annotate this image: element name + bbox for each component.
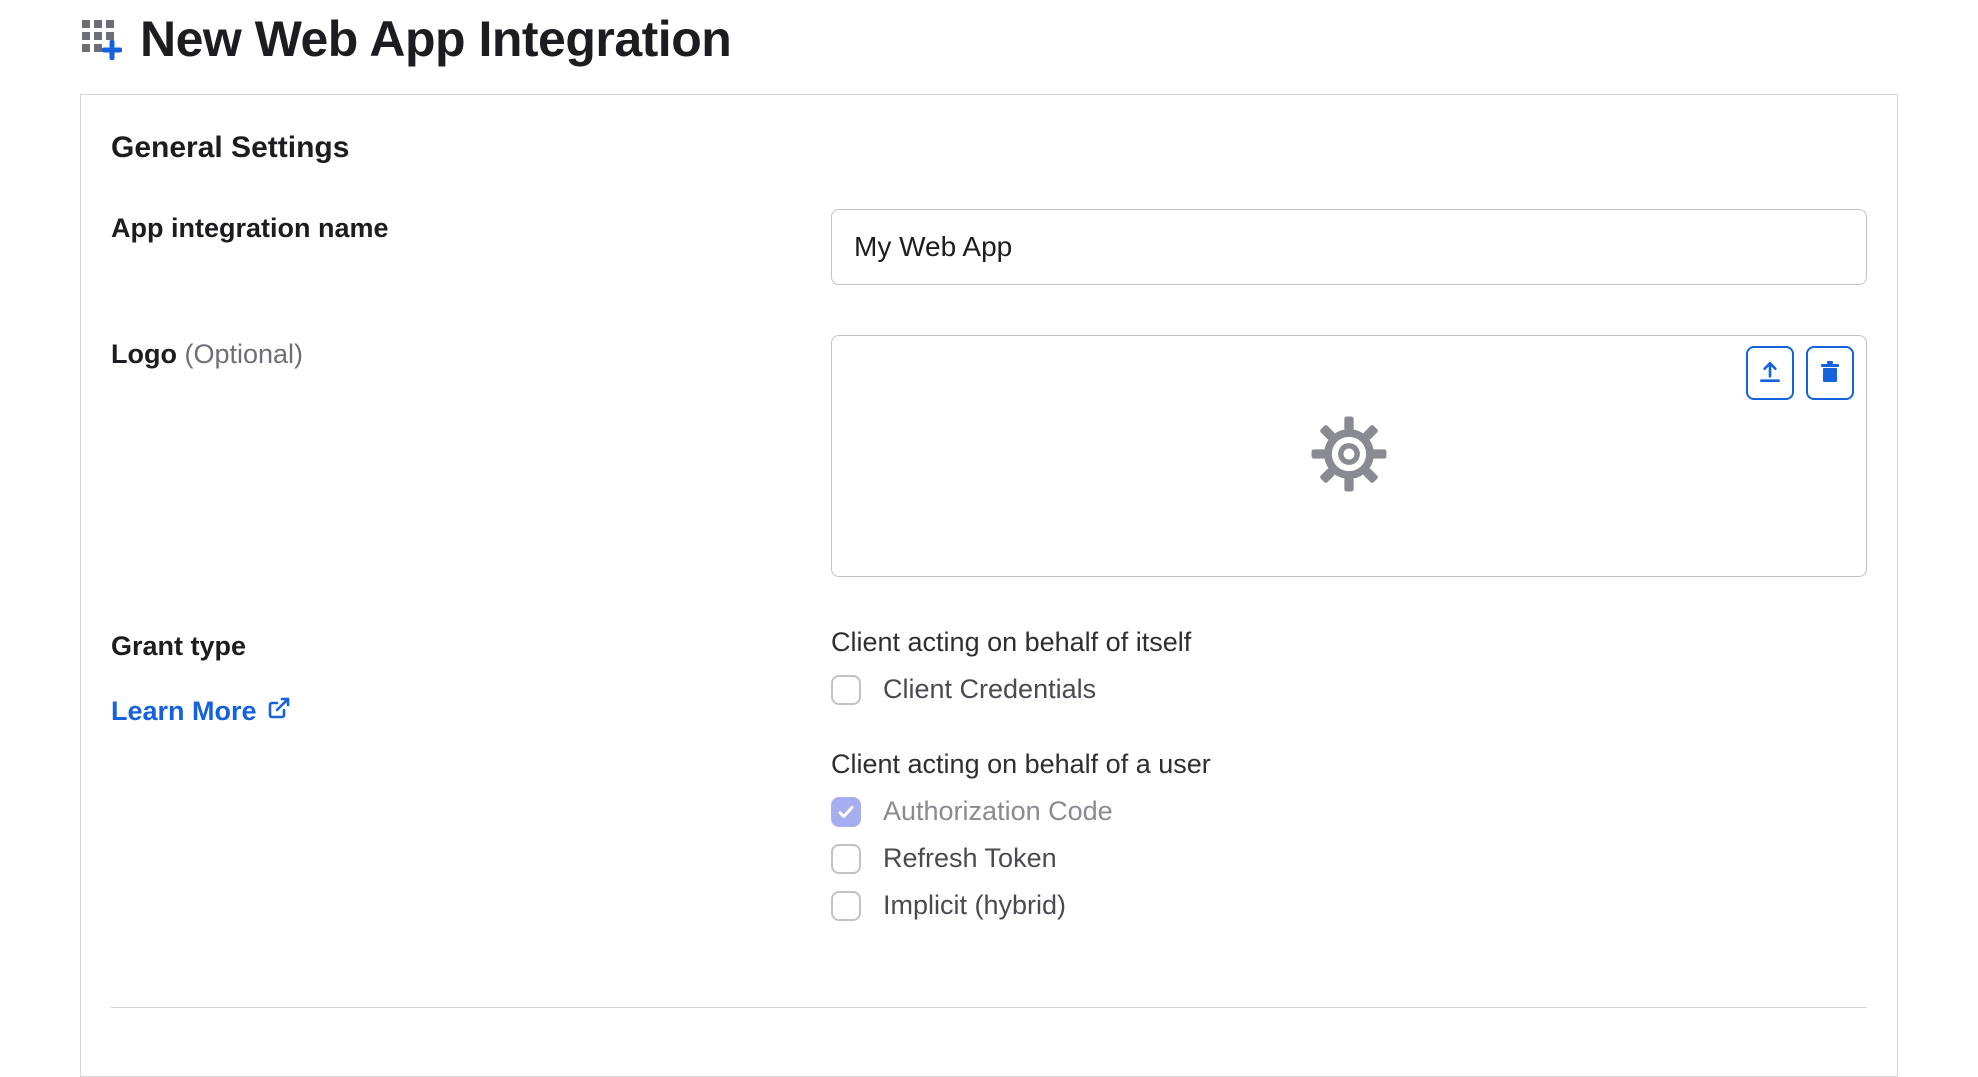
grant-type-label: Grant type	[111, 631, 831, 662]
section-title: General Settings	[111, 131, 1867, 165]
checkbox-label: Implicit (hybrid)	[883, 890, 1066, 921]
checkbox-authorization-code[interactable]: Authorization Code	[831, 796, 1867, 827]
app-name-label: App integration name	[111, 213, 389, 243]
checkbox-input[interactable]	[831, 844, 861, 874]
checkbox-label: Client Credentials	[883, 674, 1096, 705]
checkbox-input[interactable]	[831, 797, 861, 827]
trash-icon	[1818, 359, 1842, 388]
logo-dropzone[interactable]	[831, 335, 1867, 577]
checkbox-implicit-hybrid[interactable]: Implicit (hybrid)	[831, 890, 1867, 921]
app-grid-add-icon	[80, 18, 122, 60]
page-title: New Web App Integration	[140, 10, 731, 68]
general-settings-panel: General Settings App integration name Lo…	[80, 94, 1898, 1077]
checkbox-input[interactable]	[831, 891, 861, 921]
logo-optional: (Optional)	[177, 339, 303, 369]
upload-logo-button[interactable]	[1746, 346, 1794, 400]
checkbox-label: Refresh Token	[883, 843, 1057, 874]
gear-icon	[1310, 415, 1388, 498]
checkbox-refresh-token[interactable]: Refresh Token	[831, 843, 1867, 874]
field-logo: Logo (Optional)	[111, 335, 1867, 577]
checkbox-client-credentials[interactable]: Client Credentials	[831, 674, 1867, 705]
learn-more-link[interactable]: Learn More	[111, 696, 291, 727]
field-grant-type: Grant type Learn More Client acting on b…	[111, 627, 1867, 937]
checkbox-label: Authorization Code	[883, 796, 1113, 827]
external-link-icon	[267, 696, 291, 727]
checkbox-input[interactable]	[831, 675, 861, 705]
grant-group-user-label: Client acting on behalf of a user	[831, 749, 1867, 780]
grant-group-self-label: Client acting on behalf of itself	[831, 627, 1867, 658]
logo-label: Logo (Optional)	[111, 339, 303, 369]
delete-logo-button[interactable]	[1806, 346, 1854, 400]
section-divider	[111, 1007, 1867, 1008]
field-app-name: App integration name	[111, 209, 1867, 285]
logo-label-text: Logo	[111, 339, 177, 369]
learn-more-text: Learn More	[111, 696, 257, 727]
page-header: New Web App Integration	[80, 10, 1898, 68]
app-name-input[interactable]	[831, 209, 1867, 285]
upload-icon	[1757, 359, 1783, 388]
